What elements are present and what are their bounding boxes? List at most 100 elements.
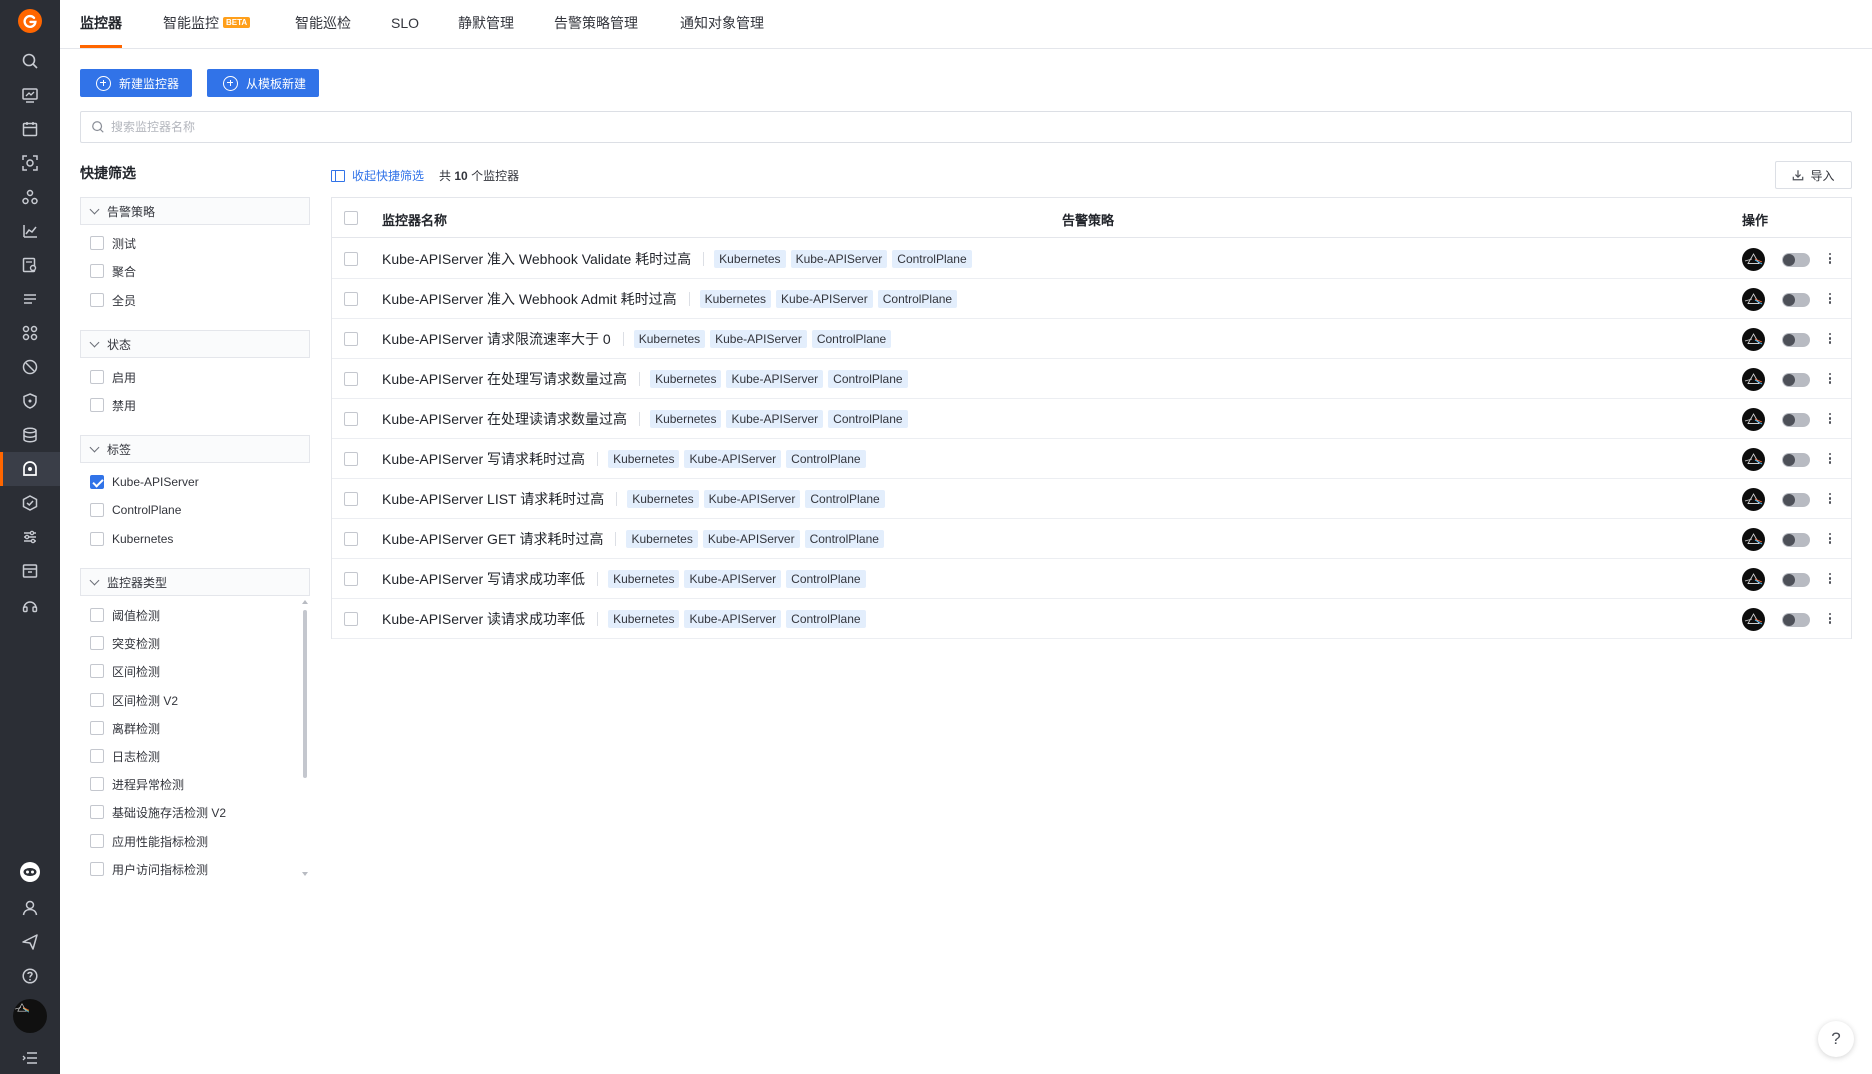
filter-option[interactable]: 离群检测 xyxy=(90,718,160,738)
more-actions-icon[interactable] xyxy=(1824,411,1836,427)
settings-sliders-icon[interactable] xyxy=(0,520,60,554)
row-checkbox[interactable] xyxy=(344,292,358,306)
expand-menu-icon[interactable] xyxy=(0,1041,60,1074)
row-checkbox[interactable] xyxy=(344,452,358,466)
checkbox[interactable] xyxy=(90,805,104,819)
row-checkbox[interactable] xyxy=(344,372,358,386)
monitor-name-link[interactable]: Kube-APIServer 请求限流速率大于 0 xyxy=(382,329,611,349)
checkbox[interactable] xyxy=(90,370,104,384)
filter-option[interactable]: ControlPlane xyxy=(90,500,181,520)
row-checkbox[interactable] xyxy=(344,252,358,266)
search-input[interactable] xyxy=(111,120,1811,134)
filter-option[interactable]: Kube-APIServer xyxy=(90,472,199,492)
table-row[interactable]: Kube-APIServer 准入 Webhook Validate 耗时过高 K… xyxy=(332,239,1851,279)
table-row[interactable]: Kube-APIServer 请求限流速率大于 0 Kubernetes Kube-… xyxy=(332,319,1851,359)
dashboard-icon[interactable] xyxy=(0,78,60,112)
user-icon[interactable] xyxy=(0,891,60,925)
filter-option[interactable]: 区间检测 V2 xyxy=(90,690,178,710)
brand-logo[interactable] xyxy=(18,9,42,33)
monitor-name-link[interactable]: Kube-APIServer 读请求成功率低 xyxy=(382,609,585,629)
new-from-template-button[interactable]: 从模板新建 xyxy=(207,69,320,97)
enable-toggle[interactable] xyxy=(1782,613,1810,627)
search-icon[interactable] xyxy=(0,44,60,78)
monitor-name-link[interactable]: Kube-APIServer 写请求成功率低 xyxy=(382,569,585,589)
list-icon[interactable] xyxy=(0,282,60,316)
more-actions-icon[interactable] xyxy=(1824,291,1836,307)
checkbox[interactable] xyxy=(90,664,104,678)
checkbox[interactable] xyxy=(90,749,104,763)
tab-intelligent-monitoring[interactable]: 智能监控 BETA xyxy=(163,0,251,48)
select-all-checkbox[interactable] xyxy=(344,211,358,225)
table-row[interactable]: Kube-APIServer 在处理读请求数量过高 Kubernetes Kube-… xyxy=(332,399,1851,439)
checkbox[interactable] xyxy=(90,834,104,848)
monitor-name-link[interactable]: Kube-APIServer 准入 Webhook Validate 耗时过高 xyxy=(382,249,691,269)
checkbox[interactable] xyxy=(90,264,104,278)
apps-grid-icon[interactable] xyxy=(0,316,60,350)
integration-icon[interactable] xyxy=(0,588,60,622)
more-actions-icon[interactable] xyxy=(1824,571,1836,587)
topology-icon[interactable] xyxy=(0,180,60,214)
security-check-icon[interactable] xyxy=(0,486,60,520)
tab-alert-policy-management[interactable]: 告警策略管理 xyxy=(554,0,638,48)
table-row[interactable]: Kube-APIServer 准入 Webhook Admit 耗时过高 Kube… xyxy=(332,279,1851,319)
tab-mute-management[interactable]: 静默管理 xyxy=(458,0,514,48)
filter-group-monitor-type[interactable]: 监控器类型 xyxy=(80,568,310,596)
monitor-name-link[interactable]: Kube-APIServer 准入 Webhook Admit 耗时过高 xyxy=(382,289,677,309)
import-button[interactable]: 导入 xyxy=(1775,161,1852,189)
enable-toggle[interactable] xyxy=(1782,573,1810,587)
filter-group-alert-policy[interactable]: 告警策略 xyxy=(80,197,310,225)
log-search-icon[interactable] xyxy=(0,248,60,282)
enable-toggle[interactable] xyxy=(1782,293,1810,307)
archive-icon[interactable] xyxy=(0,554,60,588)
tab-intelligent-inspection[interactable]: 智能巡检 xyxy=(295,0,351,48)
monitor-icon[interactable] xyxy=(0,452,60,486)
database-icon[interactable] xyxy=(0,418,60,452)
checkbox[interactable] xyxy=(90,693,104,707)
help-circle-icon[interactable] xyxy=(0,959,60,993)
row-checkbox[interactable] xyxy=(344,412,358,426)
tab-monitors[interactable]: 监控器 xyxy=(80,0,122,48)
table-row[interactable]: Kube-APIServer 读请求成功率低 Kubernetes Kube-API… xyxy=(332,599,1851,639)
shield-icon[interactable] xyxy=(0,384,60,418)
table-row[interactable]: Kube-APIServer LIST 请求耗时过高 Kubernetes Kube… xyxy=(332,479,1851,519)
filter-group-tags[interactable]: 标签 xyxy=(80,435,310,463)
filter-option[interactable]: 全员 xyxy=(90,290,136,310)
row-checkbox[interactable] xyxy=(344,332,358,346)
checkbox[interactable] xyxy=(90,721,104,735)
collapse-quick-filter-link[interactable]: 收起快捷筛选 xyxy=(331,167,424,184)
enable-toggle[interactable] xyxy=(1782,253,1810,267)
checkbox[interactable] xyxy=(90,236,104,250)
filter-option[interactable]: 测试 xyxy=(90,233,136,253)
new-monitor-button[interactable]: 新建监控器 xyxy=(80,69,193,97)
filter-option[interactable]: 区间检测 xyxy=(90,661,160,681)
calendar-icon[interactable] xyxy=(0,112,60,146)
filter-option[interactable]: 进程异常检测 xyxy=(90,774,184,794)
more-actions-icon[interactable] xyxy=(1824,451,1836,467)
row-checkbox[interactable] xyxy=(344,492,358,506)
table-row[interactable]: Kube-APIServer GET 请求耗时过高 Kubernetes Kube-… xyxy=(332,519,1851,559)
monitor-name-link[interactable]: Kube-APIServer 在处理读请求数量过高 xyxy=(382,409,627,429)
more-actions-icon[interactable] xyxy=(1824,251,1836,267)
filter-option[interactable]: 聚合 xyxy=(90,261,136,281)
help-button[interactable]: ? xyxy=(1818,1021,1854,1057)
eye-icon[interactable] xyxy=(0,855,60,889)
filter-option[interactable]: 阈值检测 xyxy=(90,605,160,625)
more-actions-icon[interactable] xyxy=(1824,531,1836,547)
more-actions-icon[interactable] xyxy=(1824,611,1836,627)
user-avatar[interactable] xyxy=(13,999,47,1033)
monitor-name-link[interactable]: Kube-APIServer 在处理写请求数量过高 xyxy=(382,369,627,389)
gauge-icon[interactable] xyxy=(0,350,60,384)
filter-option[interactable]: 日志检测 xyxy=(90,746,160,766)
monitor-name-link[interactable]: Kube-APIServer LIST 请求耗时过高 xyxy=(382,489,604,509)
metrics-chart-icon[interactable] xyxy=(0,214,60,248)
more-actions-icon[interactable] xyxy=(1824,331,1836,347)
enable-toggle[interactable] xyxy=(1782,413,1810,427)
more-actions-icon[interactable] xyxy=(1824,371,1836,387)
enable-toggle[interactable] xyxy=(1782,453,1810,467)
checkbox-checked[interactable] xyxy=(90,475,104,489)
checkbox[interactable] xyxy=(90,777,104,791)
filter-group-status[interactable]: 状态 xyxy=(80,330,310,358)
tab-slo[interactable]: SLO xyxy=(391,0,419,48)
filter-option[interactable]: 禁用 xyxy=(90,395,136,415)
table-row[interactable]: Kube-APIServer 在处理写请求数量过高 Kubernetes Kube-… xyxy=(332,359,1851,399)
